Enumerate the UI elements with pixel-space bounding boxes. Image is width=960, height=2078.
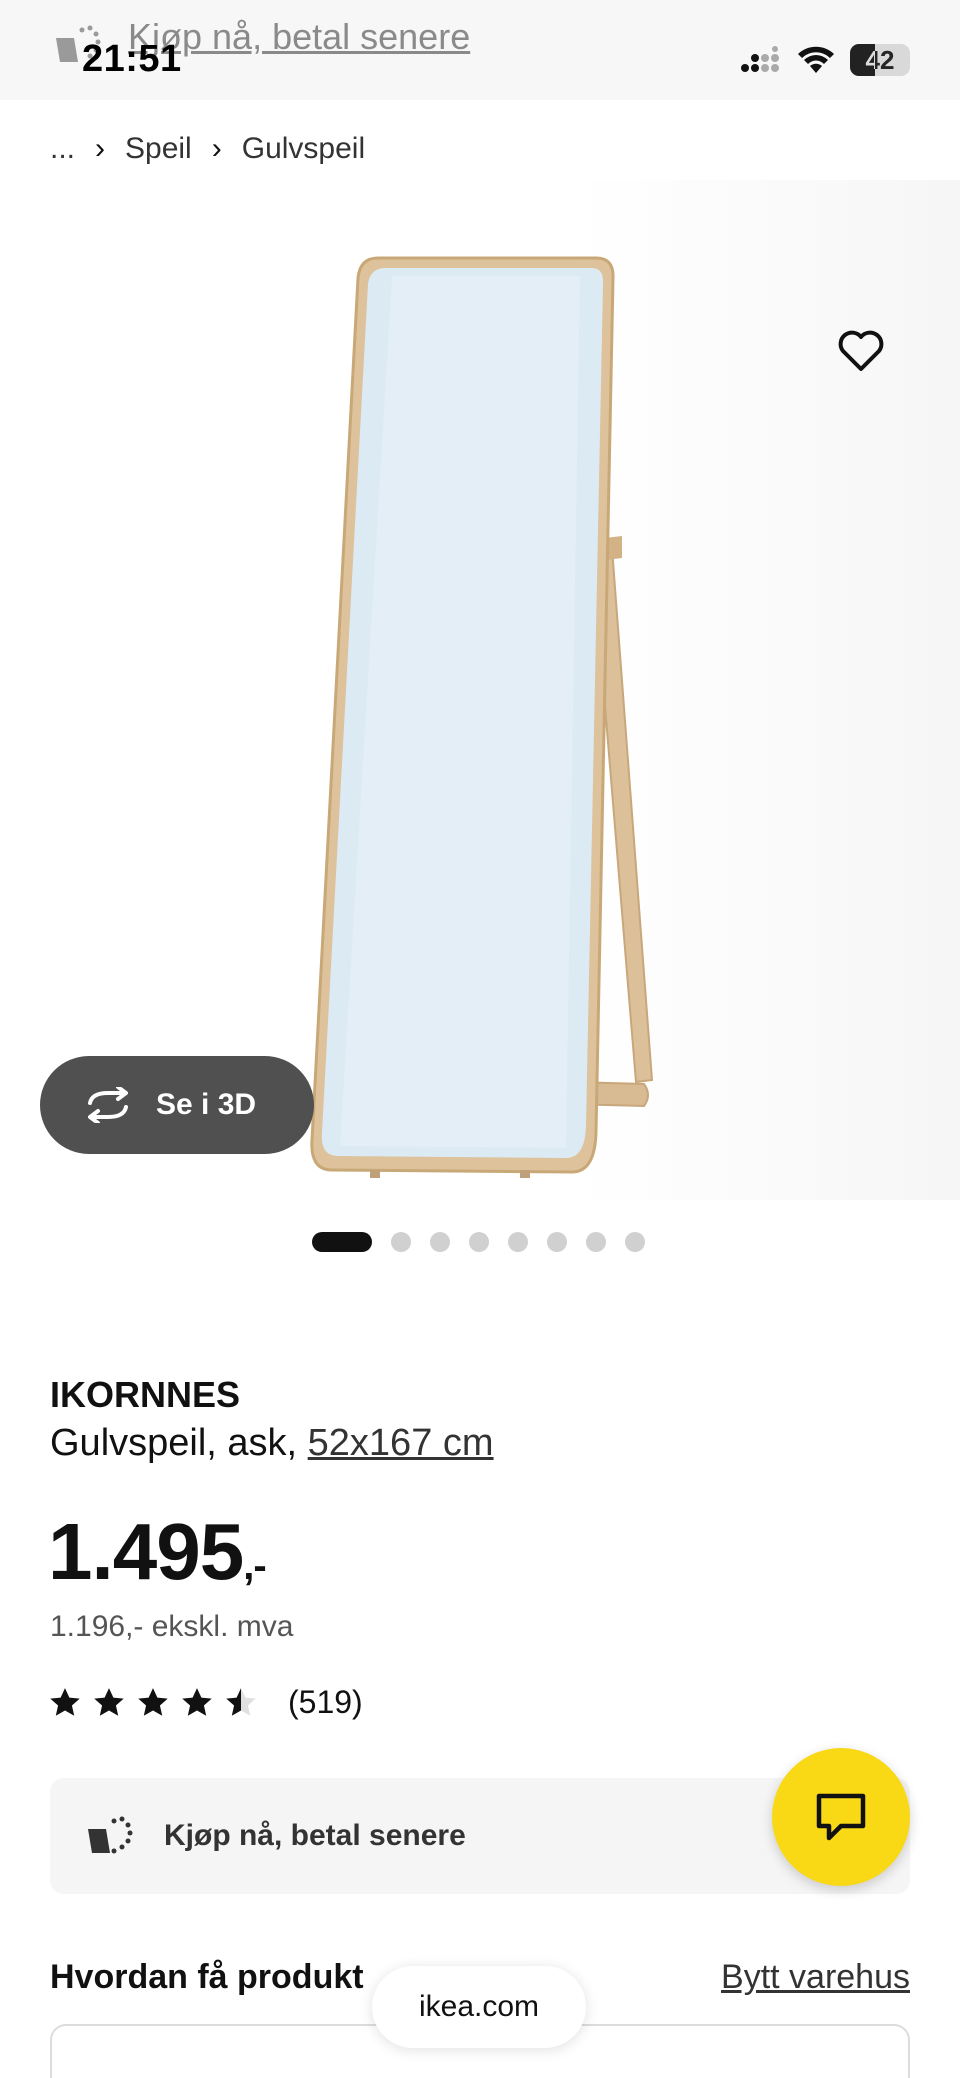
breadcrumb-item-gulvspeil[interactable]: Gulvspeil: [242, 132, 365, 166]
rating-stars: [48, 1686, 258, 1720]
star-icon: [182, 1687, 212, 1716]
signal-icon: [741, 46, 779, 72]
breadcrumb: ... › Speil › Gulvspeil: [50, 132, 365, 166]
star-icon: [226, 1687, 256, 1716]
chat-button[interactable]: [772, 1748, 910, 1886]
battery-indicator: 42: [850, 44, 910, 76]
status-bar: Kjøp nå, betal senere 21:51 42: [0, 0, 960, 100]
star-icon: [50, 1687, 80, 1716]
view-3d-button[interactable]: Se i 3D: [40, 1056, 314, 1154]
battery-percent: 42: [865, 44, 895, 75]
breadcrumb-ellipsis[interactable]: ...: [50, 132, 75, 166]
carousel-dot[interactable]: [508, 1232, 528, 1252]
carousel-dot[interactable]: [391, 1232, 411, 1252]
chevron-right-icon: ›: [211, 132, 222, 165]
product-name: IKORNNES: [50, 1374, 241, 1415]
browser-url-pill[interactable]: ikea.com: [372, 1966, 586, 2048]
heart-icon: [838, 330, 884, 371]
carousel-dot[interactable]: [430, 1232, 450, 1252]
chat-icon: [816, 1793, 866, 1841]
bag-sparkle-icon: [88, 1816, 133, 1854]
status-icons: 42: [740, 40, 910, 80]
status-time: 21:51: [82, 38, 182, 80]
product-price: 1.495,-: [48, 1506, 267, 1598]
carousel-dot[interactable]: [586, 1232, 606, 1252]
product-rating[interactable]: (519): [48, 1684, 363, 1721]
change-store-link[interactable]: Bytt varehus: [721, 1958, 910, 1997]
carousel-dot[interactable]: [312, 1232, 372, 1252]
carousel-dot[interactable]: [547, 1232, 567, 1252]
pay-later-label: Kjøp nå, betal senere: [164, 1819, 466, 1852]
chevron-right-icon: ›: [95, 132, 106, 165]
review-count: (519): [288, 1684, 363, 1720]
product-image-carousel[interactable]: Se i 3D: [0, 180, 960, 1200]
delivery-heading: Hvordan få produkt: [50, 1958, 364, 1996]
favorite-button[interactable]: [820, 310, 902, 392]
wifi-icon: [798, 46, 834, 73]
price-excl-vat: 1.196,- ekskl. mva: [50, 1610, 294, 1643]
price-suffix: ,-: [243, 1544, 266, 1588]
product-photo-mirror: [310, 256, 654, 1178]
rotate-icon: [88, 1087, 128, 1123]
carousel-pagination[interactable]: [312, 1232, 645, 1252]
view-3d-label: Se i 3D: [156, 1088, 257, 1121]
product-description: Gulvspeil, ask, 52x167 cm: [50, 1422, 494, 1465]
product-size-link[interactable]: 52x167 cm: [308, 1422, 494, 1464]
star-icon: [138, 1687, 168, 1716]
carousel-dot[interactable]: [469, 1232, 489, 1252]
product-type: Gulvspeil, ask,: [50, 1422, 298, 1464]
carousel-dot[interactable]: [625, 1232, 645, 1252]
breadcrumb-item-speil[interactable]: Speil: [125, 132, 192, 166]
star-icon: [94, 1687, 124, 1716]
price-value: 1.495: [48, 1507, 244, 1596]
